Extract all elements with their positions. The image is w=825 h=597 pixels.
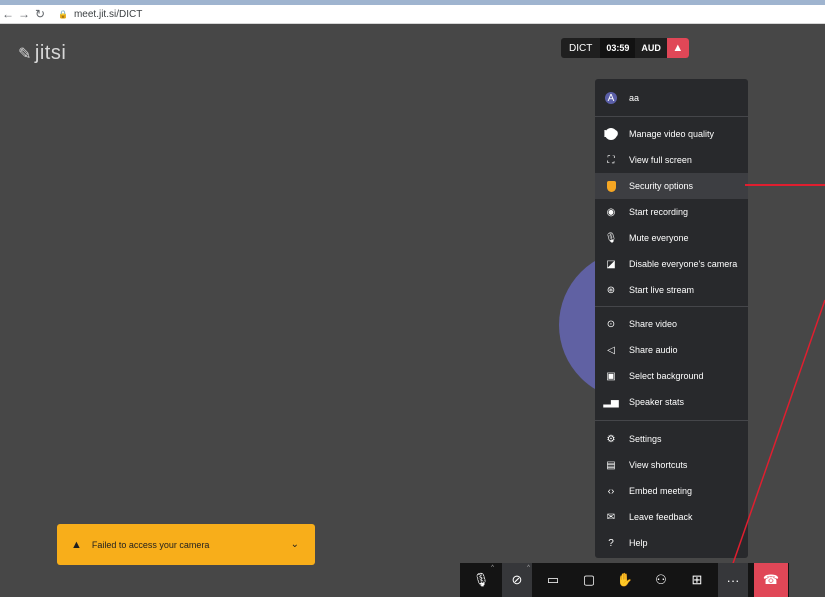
menu-item-share-video[interactable]: ⊙ Share video xyxy=(595,311,748,337)
user-avatar-icon: A xyxy=(605,92,617,104)
image-icon: ▣ xyxy=(606,370,616,382)
more-actions-menu: A aa HD Manage video quality ⛶ View full… xyxy=(595,79,748,558)
menu-item-manage-video-quality[interactable]: HD Manage video quality xyxy=(595,121,748,147)
microphone-muted-icon: 🎙 xyxy=(472,572,490,587)
tile-view-icon: ⊞ xyxy=(691,572,703,587)
menu-item-start-recording[interactable]: ◉ Start recording xyxy=(595,199,748,225)
menu-item-mute-everyone[interactable]: 🎙 Mute everyone xyxy=(595,225,748,251)
camera-button[interactable]: ⊘ ^ xyxy=(502,563,532,597)
help-icon: ? xyxy=(608,537,614,549)
camera-off-icon: ⊘ xyxy=(511,572,523,587)
browser-address-bar: ← → ↻ 🔒 meet.jit.si/DICT xyxy=(0,5,825,24)
record-icon: ◉ xyxy=(606,206,616,218)
menu-item-label: Start live stream xyxy=(629,285,695,295)
participants-button[interactable]: ⚇ xyxy=(646,563,676,597)
menu-item-help[interactable]: ? Help xyxy=(595,530,748,556)
hd-icon: HD xyxy=(603,128,619,140)
url-text[interactable]: meet.jit.si/DICT xyxy=(74,9,142,20)
menu-item-label: Embed meeting xyxy=(629,486,693,496)
document-icon: ▤ xyxy=(606,459,616,471)
menu-item-share-audio[interactable]: ◁ Share audio xyxy=(595,337,748,363)
room-name: DICT xyxy=(569,42,593,54)
menu-item-settings[interactable]: ⚙ Settings xyxy=(595,426,748,452)
menu-item-label: Manage video quality xyxy=(629,129,715,139)
back-icon[interactable]: ← xyxy=(0,7,16,21)
chevron-up-icon[interactable]: ^ xyxy=(527,565,530,571)
feedback-icon: ✉ xyxy=(606,511,616,523)
menu-user-name: aa xyxy=(629,93,640,103)
menu-item-security-options[interactable]: Security options xyxy=(595,173,748,199)
menu-divider xyxy=(595,116,748,117)
speaker-icon: ◁ xyxy=(607,344,615,356)
logo-text: jitsi xyxy=(34,42,67,64)
camera-off-icon: ◪ xyxy=(606,258,616,270)
menu-item-label: Settings xyxy=(629,434,662,444)
menu-item-label: Share audio xyxy=(629,345,678,355)
bar-chart-icon: ▂▅ xyxy=(603,396,619,408)
menu-item-leave-feedback[interactable]: ✉ Leave feedback xyxy=(595,504,748,530)
meeting-toolbar: 🎙 ^ ⊘ ^ ▭ ▢ ✋ ⚇ ⊞ ··· ☎ xyxy=(460,563,789,597)
meeting-timer: 03:59 xyxy=(600,38,636,58)
menu-item-label: Security options xyxy=(629,181,694,191)
menu-item-label: Start recording xyxy=(629,207,689,217)
menu-item-label: Select background xyxy=(629,371,704,381)
more-actions-button[interactable]: ··· xyxy=(718,563,748,597)
menu-item-speaker-stats[interactable]: ▂▅ Speaker stats xyxy=(595,389,748,415)
menu-item-label: Speaker stats xyxy=(629,397,685,407)
hangup-icon: ☎ xyxy=(762,572,780,587)
annotation-arrow-horizontal xyxy=(745,184,825,186)
camera-error-toast: ▲ Failed to access your camera ⌄ xyxy=(57,524,315,565)
recording-indicator: DICT 03:59 AUD ▲ xyxy=(561,38,689,58)
menu-item-label: View shortcuts xyxy=(629,460,688,470)
menu-item-embed-meeting[interactable]: ‹› Embed meeting xyxy=(595,478,748,504)
microphone-button[interactable]: 🎙 ^ xyxy=(466,563,496,597)
tile-view-button[interactable]: ⊞ xyxy=(682,563,712,597)
forward-icon[interactable]: → xyxy=(16,7,32,21)
raise-hand-icon: ✋ xyxy=(616,572,634,587)
menu-item-select-background[interactable]: ▣ Select background xyxy=(595,363,748,389)
menu-user[interactable]: A aa xyxy=(595,85,748,111)
menu-divider xyxy=(595,420,748,421)
play-circle-icon: ⊙ xyxy=(606,318,616,330)
gear-icon: ⚙ xyxy=(606,433,616,445)
warning-icon[interactable]: ▲ xyxy=(666,38,689,58)
audio-label: AUD xyxy=(641,43,661,53)
chat-button[interactable]: ▢ xyxy=(574,563,604,597)
code-icon: ‹› xyxy=(607,485,615,497)
jitsi-logo-icon: ✎ xyxy=(18,45,32,63)
warning-icon: ▲ xyxy=(71,538,82,551)
chevron-down-icon[interactable]: ⌄ xyxy=(291,539,299,550)
menu-divider xyxy=(595,306,748,307)
menu-item-label: View full screen xyxy=(629,155,692,165)
participants-icon: ⚇ xyxy=(655,572,667,587)
chat-icon: ▢ xyxy=(582,572,596,587)
shield-icon xyxy=(605,180,617,192)
screen-share-icon: ▭ xyxy=(546,572,560,587)
raise-hand-button[interactable]: ✋ xyxy=(610,563,640,597)
menu-item-view-full-screen[interactable]: ⛶ View full screen xyxy=(595,147,748,173)
reload-icon[interactable]: ↻ xyxy=(32,7,48,21)
menu-item-label: Help xyxy=(629,538,648,548)
more-icon: ··· xyxy=(726,572,740,588)
menu-item-label: Leave feedback xyxy=(629,512,693,522)
menu-item-disable-everyones-camera[interactable]: ◪ Disable everyone's camera xyxy=(595,251,748,277)
chevron-up-icon[interactable]: ^ xyxy=(491,565,494,571)
menu-item-label: Disable everyone's camera xyxy=(629,259,738,269)
mute-everyone-icon: 🎙 xyxy=(604,232,618,244)
fullscreen-icon: ⛶ xyxy=(607,154,615,166)
menu-item-start-live-stream[interactable]: ⊛ Start live stream xyxy=(595,277,748,303)
menu-item-view-shortcuts[interactable]: ▤ View shortcuts xyxy=(595,452,748,478)
hangup-button[interactable]: ☎ xyxy=(754,563,788,597)
lock-icon: 🔒 xyxy=(58,9,68,19)
menu-item-label: Share video xyxy=(629,319,678,329)
jitsi-logo: ✎ jitsi xyxy=(18,42,66,65)
toast-message: Failed to access your camera xyxy=(91,539,210,550)
menu-item-label: Mute everyone xyxy=(629,233,689,243)
screen-share-button[interactable]: ▭ xyxy=(538,563,568,597)
live-stream-icon: ⊛ xyxy=(606,284,616,296)
